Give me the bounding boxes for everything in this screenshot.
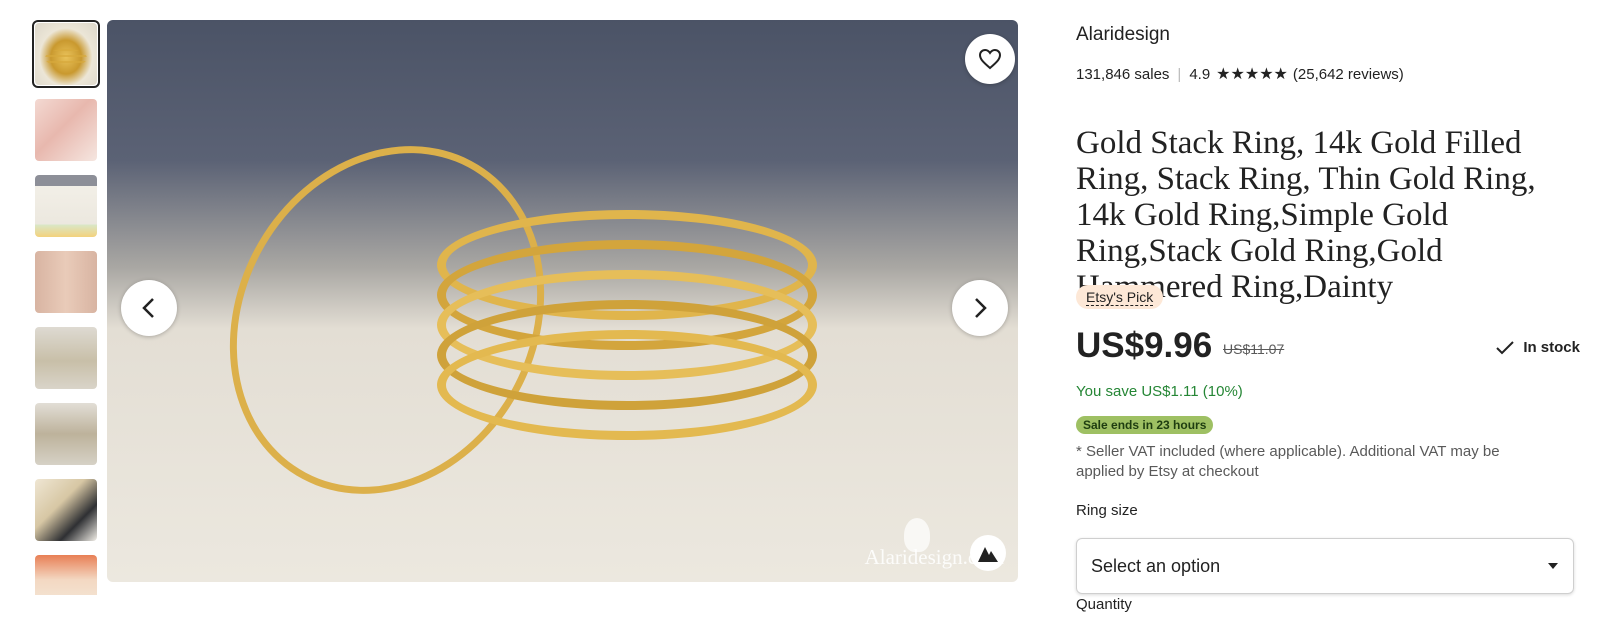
chevron-right-icon <box>975 298 987 318</box>
sales-count: 131,846 sales <box>1076 65 1170 83</box>
thumbnail-7[interactable] <box>32 476 100 544</box>
caret-down-icon <box>1548 563 1558 569</box>
current-price: US$9.96 <box>1076 326 1213 365</box>
next-image-button[interactable] <box>952 280 1008 336</box>
star-rating-icon: ★★★★★ <box>1216 66 1288 83</box>
thumbnail-1[interactable] <box>32 20 100 88</box>
thumbnail-4[interactable] <box>32 248 100 316</box>
ring-size-select[interactable]: Select an option <box>1076 538 1574 594</box>
savings-text: You save US$1.11 (10%) <box>1076 383 1243 400</box>
thumbnail-3[interactable] <box>32 172 100 240</box>
stock-label: In stock <box>1523 339 1580 356</box>
ring-size-value: Select an option <box>1091 555 1221 576</box>
thumbnail-strip <box>32 20 100 595</box>
favorite-button[interactable] <box>965 34 1015 84</box>
etsys-pick-badge[interactable]: Etsy's Pick <box>1076 285 1164 309</box>
previous-image-button[interactable] <box>121 280 177 336</box>
rating-value: 4.9 <box>1189 65 1211 83</box>
reviews-link[interactable]: (25,642 reviews) <box>1293 66 1404 83</box>
shop-name-link[interactable]: Alaridesign <box>1076 24 1170 46</box>
badge-label: Etsy's Pick <box>1086 289 1154 306</box>
ring-graphic <box>437 330 817 440</box>
vat-note: * Seller VAT included (where applicable)… <box>1076 443 1500 480</box>
ring-size-label: Ring size <box>1076 502 1138 519</box>
thumbnail-8[interactable] <box>32 552 100 595</box>
chevron-left-icon <box>142 298 154 318</box>
checkmark-icon <box>1496 340 1515 354</box>
shop-meta: 131,846 sales | 4.9 ★★★★★ (25,642 review… <box>1076 64 1404 84</box>
heart-icon <box>978 48 1002 70</box>
thumbnail-5[interactable] <box>32 324 100 392</box>
quantity-label: Quantity <box>1076 596 1132 613</box>
main-product-image[interactable]: Alaridesign.com <box>107 20 1018 582</box>
divider: | <box>1177 65 1182 83</box>
thumbnail-6[interactable] <box>32 400 100 468</box>
original-price: US$11.07 <box>1223 341 1285 357</box>
listing-title: Gold Stack Ring, 14k Gold Filled Ring, S… <box>1076 125 1536 305</box>
stock-status: In stock <box>1495 339 1580 356</box>
sale-badge: Sale ends in 23 hours <box>1076 416 1214 434</box>
thumbnail-2[interactable] <box>32 96 100 164</box>
brand-badge-icon <box>970 535 1006 571</box>
